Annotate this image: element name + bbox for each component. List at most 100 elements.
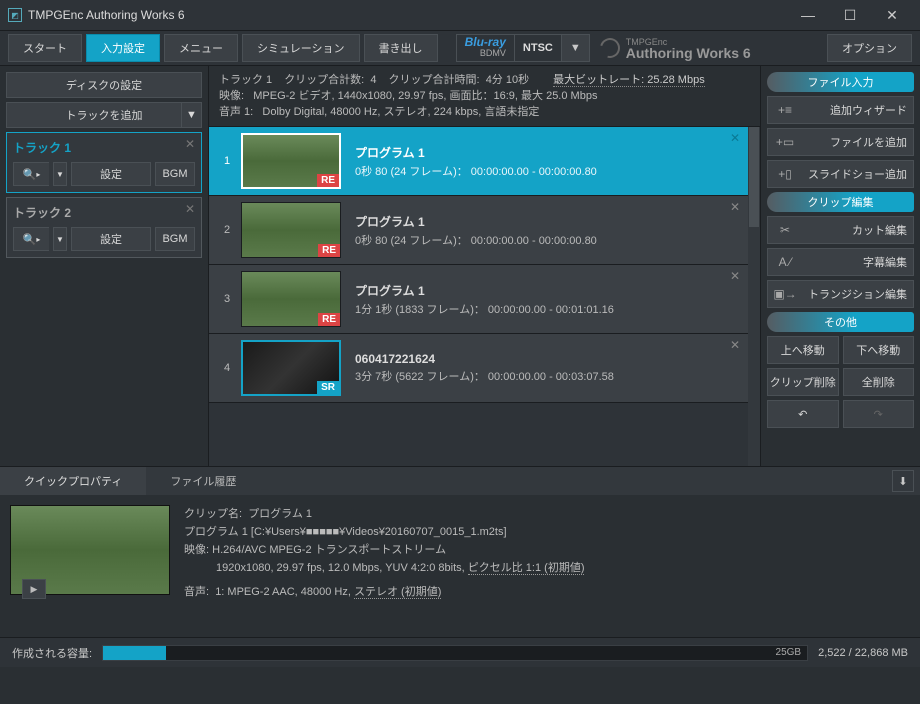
right-sidebar: ファイル入力 +≡追加ウィザード +▭ファイルを追加 +▯スライドショー追加 ク… [760,66,920,466]
track-search-dropdown[interactable]: ▼ [53,162,67,186]
track-search-button[interactable]: 🔍▸ [13,227,49,251]
clip-remove-icon[interactable]: ✕ [730,269,740,283]
download-arrow-button[interactable]: ⬇ [892,470,914,492]
clip-number: 3 [219,293,235,305]
track-search-button[interactable]: 🔍▸ [13,162,49,186]
clip-item[interactable]: 2 RE プログラム 1 0秒 80 (24 フレーム)： 00:00:00.00… [209,196,748,265]
left-sidebar: ディスクの設定 トラックを追加 ▼ ✕ トラック 1 🔍▸ ▼ 設定 BGM ✕… [0,66,208,466]
add-wizard-button[interactable]: +≡追加ウィザード [767,96,914,124]
track-panel-2[interactable]: ✕ トラック 2 🔍▸ ▼ 設定 BGM [6,197,202,258]
re-badge: RE [318,313,340,326]
export-tab[interactable]: 書き出し [364,34,438,62]
clip-meta: 0秒 80 (24 フレーム)： 00:00:00.00 - 00:00:00.… [355,163,738,179]
maximize-button[interactable]: ☐ [830,2,870,28]
max-bitrate-link[interactable]: 最大ビットレート: 25.28 Mbps [553,74,705,87]
clip-list-scrollbar[interactable] [748,127,760,466]
file-history-tab[interactable]: ファイル履歴 [146,467,260,495]
track-close-icon[interactable]: ✕ [185,202,195,216]
clip-item[interactable]: 1 RE プログラム 1 0秒 80 (24 フレーム)： 00:00:00.00… [209,127,748,196]
add-slideshow-button[interactable]: +▯スライドショー追加 [767,160,914,188]
format-selector[interactable]: Blu-ray BDMV NTSC ▼ [456,34,590,62]
input-settings-tab[interactable]: 入力設定 [86,34,160,62]
clip-item[interactable]: 3 RE プログラム 1 1分 1秒 (1833 フレーム)： 00:00:00.… [209,265,748,334]
transition-icon: ▣→ [774,287,796,301]
track-bgm-button[interactable]: BGM [155,162,195,186]
center-panel: トラック 1 クリップ合計数: 4 クリップ合計時間: 4分 10秒 最大ビット… [208,66,760,466]
wizard-icon: +≡ [774,103,796,117]
track-close-icon[interactable]: ✕ [185,137,195,151]
delete-all-button[interactable]: 全削除 [843,368,915,396]
section-other: その他 [767,312,914,332]
clip-title: プログラム 1 [355,213,738,230]
format-dropdown-icon[interactable]: ▼ [561,35,589,61]
re-badge: RE [318,244,340,257]
section-clip-edit: クリップ編集 [767,192,914,212]
titlebar: ◩ TMPGEnc Authoring Works 6 — ☐ ✕ [0,0,920,30]
clip-thumbnail: SR [241,340,341,396]
clip-list: 1 RE プログラム 1 0秒 80 (24 フレーム)： 00:00:00.00… [209,126,760,466]
track-title: トラック 1 [13,139,195,156]
status-bar: 作成される容量: 25GB 2,522 / 22,868 MB [0,637,920,667]
track-settings-button[interactable]: 設定 [71,162,151,186]
clip-thumbnail: RE [241,271,341,327]
clip-remove-icon[interactable]: ✕ [730,338,740,352]
capacity-fill [103,646,166,660]
clip-remove-icon[interactable]: ✕ [730,131,740,145]
section-file-input: ファイル入力 [767,72,914,92]
simulation-tab[interactable]: シミュレーション [242,34,360,62]
clip-item[interactable]: 4 SR 0604172216243分 7秒 (5622 フレーム)： 00:0… [209,334,748,403]
clip-number: 2 [219,224,235,236]
pixel-ratio-link[interactable]: ピクセル比 1:1 (初期値) [468,562,585,575]
track-title: トラック 2 [13,204,195,221]
property-text: クリップ名: プログラム 1 プログラム 1 [C:¥Users¥■■■■■¥V… [184,505,910,627]
add-track-dropdown-icon[interactable]: ▼ [181,103,201,127]
format-bdmv-label: BDMV [480,48,506,59]
track-search-dropdown[interactable]: ▼ [53,227,67,251]
clip-thumbnail: RE [241,202,341,258]
brand-swirl-icon [596,34,623,61]
subtitle-edit-button[interactable]: A ⁄字幕編集 [767,248,914,276]
clip-title: プログラム 1 [355,144,738,161]
clip-meta: 3分 7秒 (5622 フレーム)： 00:00:00.00 - 00:03:0… [355,368,738,384]
disc-settings-button[interactable]: ディスクの設定 [6,72,202,98]
capacity-text: 2,522 / 22,868 MB [818,647,908,659]
main-toolbar: スタート 入力設定 メニュー シミュレーション 書き出し Blu-ray BDM… [0,30,920,66]
minimize-button[interactable]: — [788,2,828,28]
transition-edit-button[interactable]: ▣→トランジション編集 [767,280,914,308]
audio-stereo-link[interactable]: ステレオ (初期値) [354,586,441,599]
clip-number: 1 [219,155,235,167]
clip-remove-icon[interactable]: ✕ [730,200,740,214]
close-window-button[interactable]: ✕ [872,2,912,28]
play-preview-button[interactable]: ▶ [22,579,46,599]
capacity-bar: 25GB [102,645,808,661]
clip-delete-button[interactable]: クリップ削除 [767,368,839,396]
capacity-marker: 25GB [776,647,802,658]
quick-property-tab[interactable]: クイックプロパティ [0,467,146,495]
track-panel-1[interactable]: ✕ トラック 1 🔍▸ ▼ 設定 BGM [6,132,202,193]
undo-icon: ↶ [798,408,807,421]
move-down-button[interactable]: 下へ移動 [843,336,915,364]
redo-button[interactable]: ↷ [843,400,915,428]
clip-number: 4 [219,362,235,374]
add-file-button[interactable]: +▭ファイルを追加 [767,128,914,156]
capacity-label: 作成される容量: [12,645,92,661]
brand-logo-area: TMPGEnc Authoring Works 6 [600,37,751,59]
add-track-button[interactable]: トラックを追加 ▼ [6,102,202,128]
undo-button[interactable]: ↶ [767,400,839,428]
clip-thumbnail: RE [241,133,341,189]
format-ntsc-label: NTSC [515,42,561,54]
property-tabs: クイックプロパティ ファイル履歴 ⬇ [0,467,920,495]
move-up-button[interactable]: 上へ移動 [767,336,839,364]
sr-badge: SR [317,381,339,394]
track-settings-button[interactable]: 設定 [71,227,151,251]
option-button[interactable]: オプション [827,34,912,62]
cut-edit-button[interactable]: ✂カット編集 [767,216,914,244]
clip-title: プログラム 1 [355,282,738,299]
scissors-icon: ✂ [774,223,796,237]
start-tab[interactable]: スタート [8,34,82,62]
brand-large-text: Authoring Works 6 [626,48,751,59]
clip-meta: 1分 1秒 (1833 フレーム)： 00:00:00.00 - 00:01:0… [355,301,738,317]
menu-tab[interactable]: メニュー [164,34,238,62]
clip-meta: 0秒 80 (24 フレーム)： 00:00:00.00 - 00:00:00.… [355,232,738,248]
track-bgm-button[interactable]: BGM [155,227,195,251]
